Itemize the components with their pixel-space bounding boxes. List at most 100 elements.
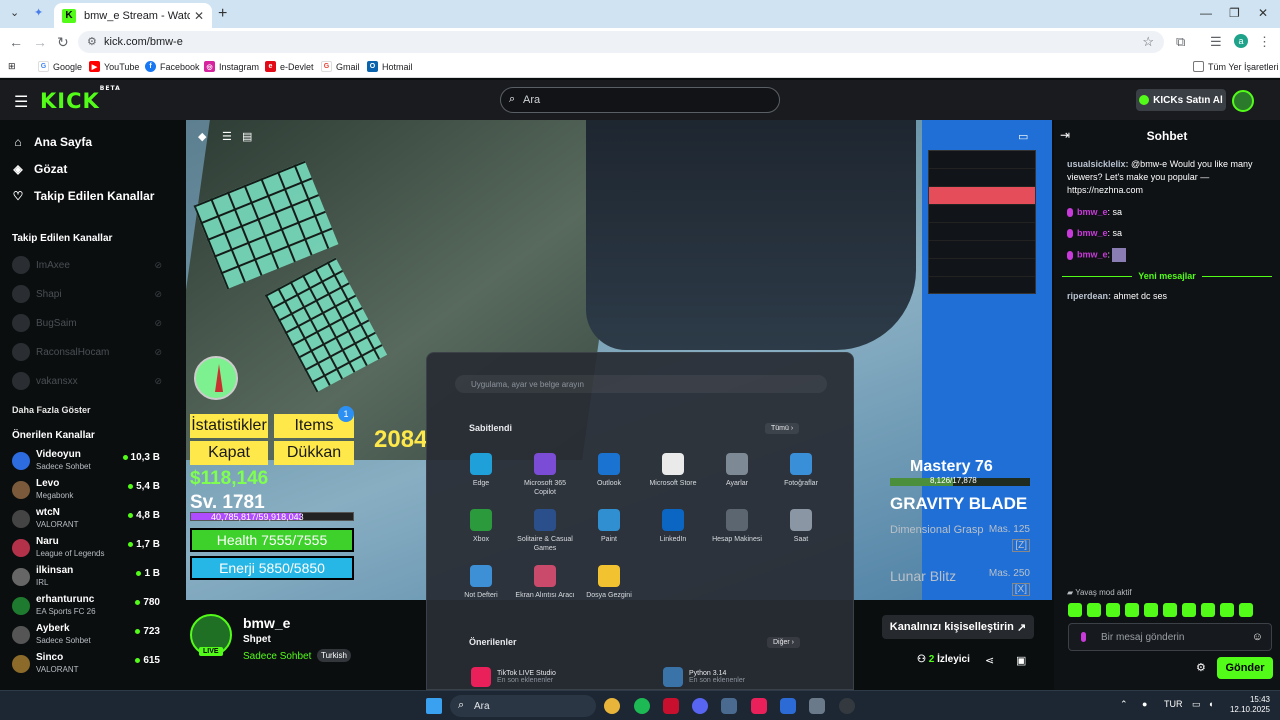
hamburger-menu-icon[interactable]: ☰ [14, 92, 28, 112]
bookmark-edevlet[interactable]: e e-Devlet [265, 61, 314, 72]
reading-list-icon[interactable]: ☰ [1210, 34, 1222, 50]
close-window-icon[interactable]: ✕ [1258, 6, 1268, 20]
all-apps-button[interactable]: Tümü › [765, 423, 800, 434]
bookmark-hotmail[interactable]: O Hotmail [367, 61, 413, 72]
followed-channel[interactable]: RaconsalHocam ⊘ [12, 343, 162, 361]
bookmark-star-icon[interactable]: ☆ [1142, 34, 1154, 50]
active-tab[interactable]: K bmw_e Stream - Watch Live on ✕ [54, 3, 212, 28]
recommended-channel[interactable]: Naru League of Legends 1,7 B [12, 535, 160, 561]
chrome-icon[interactable] [604, 698, 620, 714]
app-icon[interactable] [809, 698, 825, 714]
emote-icon[interactable] [1182, 603, 1196, 617]
buy-kicks-button[interactable]: KICKs Satın Al [1136, 89, 1226, 111]
tab-search-icon[interactable]: ⌄ [10, 6, 19, 19]
new-messages-divider[interactable]: Yeni mesajlar [1062, 271, 1273, 281]
start-app-tile[interactable]: Outlook [577, 453, 641, 488]
start-app-tile[interactable]: Microsoft 365 Copilot [513, 453, 577, 497]
start-app-tile[interactable]: Saat [769, 509, 833, 544]
start-app-tile[interactable]: Paint [577, 509, 641, 544]
discord-icon[interactable] [692, 698, 708, 714]
nav-browse[interactable]: ◈ Gözat [12, 162, 67, 176]
nav-home[interactable]: ⌂ Ana Sayfa [12, 135, 92, 149]
emote-icon[interactable] [1163, 603, 1177, 617]
bookmark-google[interactable]: G Google [38, 61, 82, 72]
tiktok-icon[interactable] [751, 698, 767, 714]
recommended-channel[interactable]: Videoyun Sadece Sohbet 10,3 B [12, 448, 160, 474]
obs-icon[interactable] [839, 698, 855, 714]
recommended-channel[interactable]: wtcN VALORANT 4,8 B [12, 506, 160, 532]
game-app-icon[interactable] [663, 698, 679, 714]
followed-channel[interactable]: Shapi ⊘ [12, 285, 162, 303]
chat-bubble-icon[interactable]: ▤ [242, 130, 252, 143]
recommended-channel[interactable]: ilkinsan IRL 1 B [12, 564, 160, 590]
emote-icon[interactable] [1106, 603, 1120, 617]
chat-settings-gear-icon[interactable]: ⚙ [1196, 661, 1206, 674]
emote-icon[interactable] [1239, 603, 1253, 617]
reload-icon[interactable]: ↻ [57, 34, 69, 51]
site-info-icon[interactable]: ⚙ [87, 35, 97, 48]
input-language[interactable]: TUR [1164, 699, 1183, 709]
start-app-tile[interactable]: Microsoft Store [641, 453, 705, 488]
recommended-channel[interactable]: erhanturunc EA Sports FC 26 780 [12, 593, 160, 619]
menu-kebab-icon[interactable]: ⋮ [1258, 34, 1271, 50]
taskbar-clock[interactable]: 15:43 12.10.2025 [1228, 695, 1270, 715]
profile-avatar[interactable]: a [1234, 34, 1248, 48]
streamer-name[interactable]: bmw_e [243, 615, 290, 631]
followed-channel[interactable]: ImAxee ⊘ [12, 256, 162, 274]
send-button[interactable]: Gönder [1217, 657, 1273, 679]
language-tag[interactable]: Turkish [317, 649, 351, 662]
fullscreen-chat-icon[interactable]: ▭ [1018, 130, 1028, 143]
stream-category[interactable]: Sadece Sohbet [243, 651, 311, 662]
close-tab-icon[interactable]: ✕ [194, 9, 204, 23]
emote-icon[interactable] [1125, 603, 1139, 617]
extensions-icon[interactable]: ⧉ [1176, 34, 1185, 50]
emote-icon[interactable] [1068, 603, 1082, 617]
new-tab-icon[interactable]: + [218, 5, 227, 23]
bookmark-youtube[interactable]: ▶ YouTube [89, 61, 139, 72]
recommended-channel[interactable]: Ayberk Sadece Sohbet 723 [12, 622, 160, 648]
steam-icon[interactable] [721, 698, 737, 714]
forward-icon[interactable]: → [33, 34, 47, 50]
followed-channel[interactable]: vakansxx ⊘ [12, 372, 162, 390]
spotify-icon[interactable] [634, 698, 650, 714]
all-bookmarks[interactable]: Tüm Yer İşaretleri [1193, 61, 1279, 72]
show-more-link[interactable]: Daha Fazla Göster [12, 405, 91, 415]
bookmark-facebook[interactable]: f Facebook [145, 61, 200, 72]
back-icon[interactable]: ← [9, 34, 23, 50]
recommended-app[interactable]: Python 3.14 En son eklenenler [663, 667, 745, 687]
network-icon[interactable]: ▭ [1192, 699, 1201, 710]
user-avatar[interactable] [1232, 90, 1254, 112]
more-button[interactable]: Diğer › [767, 637, 801, 648]
start-app-tile[interactable]: Dosya Gezgini [577, 565, 641, 600]
share-icon[interactable]: ⋖ [985, 654, 994, 667]
kick-logo[interactable]: KICKBETA [40, 85, 121, 113]
chat-message-input[interactable]: Bir mesaj gönderin ☺ [1068, 623, 1272, 651]
emote-icon[interactable] [1087, 603, 1101, 617]
search-input[interactable]: ⌕ Ara [500, 87, 780, 113]
start-app-tile[interactable]: Hesap Makinesi [705, 509, 769, 544]
start-app-tile[interactable]: Edge [449, 453, 513, 488]
start-app-tile[interactable]: Ekran Alıntısı Aracı [513, 565, 577, 600]
nav-following[interactable]: ♡ Takip Edilen Kanallar [12, 189, 155, 203]
start-app-tile[interactable]: Not Defteri [449, 565, 513, 600]
volume-icon[interactable]: ◖ [1208, 699, 1213, 709]
taskbar-search[interactable]: ⌕ Ara [450, 695, 596, 717]
start-app-tile[interactable]: Xbox [449, 509, 513, 544]
start-search-input[interactable]: Uygulama, ayar ve belge arayın [455, 375, 827, 393]
maximize-icon[interactable]: ❐ [1229, 6, 1240, 20]
apps-grid-icon[interactable]: ⊞ [8, 61, 16, 72]
microphone-icon[interactable]: ● [1142, 699, 1147, 709]
emote-icon[interactable] [1144, 603, 1158, 617]
minimize-icon[interactable]: — [1200, 6, 1212, 20]
start-app-tile[interactable]: Ayarlar [705, 453, 769, 488]
start-app-tile[interactable]: LinkedIn [641, 509, 705, 544]
address-bar[interactable]: ⚙ kick.com/bmw-e ☆ [78, 31, 1164, 53]
recommended-channel[interactable]: Levo Megabonk 5,4 B [12, 477, 160, 503]
recommended-app[interactable]: TikTok LIVE Studio En son eklenenler [471, 667, 556, 687]
list-icon[interactable]: ☰ [222, 130, 232, 143]
gemini-icon[interactable]: ✦ [34, 6, 43, 19]
customize-channel-button[interactable]: Kanalınızı kişiselleştirin ↗ [882, 615, 1034, 639]
recommended-channel[interactable]: Sinco VALORANT 615 [12, 651, 160, 677]
bookmark-gmail[interactable]: G Gmail [321, 61, 360, 72]
windows-start-icon[interactable] [426, 698, 442, 714]
